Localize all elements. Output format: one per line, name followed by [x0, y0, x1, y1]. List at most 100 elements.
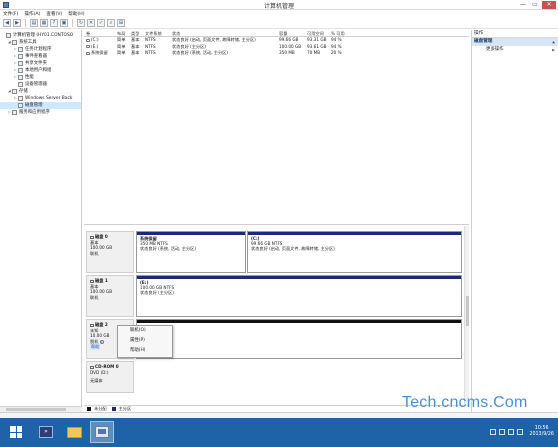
tree-item-label: 共享文件夹	[25, 61, 47, 66]
tree-item[interactable]: ▷ 性能	[0, 74, 81, 81]
console-tree: 计算机管理 (HY01.CONTOSO ◢ 系统工具 ▷ 任务计划程序 ▷ 事件查看器 ▷ 共享…	[0, 30, 82, 412]
forward-icon[interactable]: ▶	[13, 19, 21, 27]
tree-item[interactable]: ◢ 存储	[0, 88, 81, 95]
volume-icon[interactable]	[508, 429, 515, 435]
window-title: 计算机管理	[263, 3, 294, 10]
col-percent-free[interactable]: % 可用	[331, 30, 349, 36]
more-actions[interactable]: 更多操作	[472, 46, 558, 54]
network-icon[interactable]	[499, 429, 506, 435]
volume-list: 卷 布局 类型 文件系统 状态 容量 可用空间 % 可用 (C:) 简单 基本 NTF…	[84, 30, 469, 225]
cdrom-label[interactable]: CD-ROM 0 DVD (D:) 无媒体	[86, 361, 134, 393]
taskbar-powershell[interactable]: »	[34, 421, 58, 443]
checkmark-icon[interactable]: ✓	[97, 19, 105, 27]
menu-help[interactable]: 帮助(H)	[68, 11, 84, 17]
toolbar-separator	[72, 19, 73, 27]
table-row[interactable]: 系统保留 简单 基本 NTFS 状态良好 (系统, 活动, 主分区) 350 MB 70 M…	[84, 50, 469, 57]
tree-item[interactable]: ▷ 共享文件夹	[0, 60, 81, 67]
refresh-icon[interactable]: ↻	[77, 19, 85, 27]
menu-item-online[interactable]: 联机(O)	[118, 326, 172, 336]
partition-unallocated[interactable]	[136, 319, 462, 359]
back-icon[interactable]: ◀	[3, 19, 11, 27]
tree-node-icon	[12, 40, 17, 45]
tree-item-label: 系统工具	[19, 40, 37, 45]
col-volume[interactable]: 卷	[84, 30, 117, 36]
help-link[interactable]: 帮助	[90, 344, 101, 350]
show-hide-icon[interactable]: ▣	[60, 19, 68, 27]
legend-swatch-unallocated	[87, 407, 91, 411]
tree-item[interactable]: ▷ 本地用户和组	[0, 67, 81, 74]
tree-node-icon	[6, 33, 11, 38]
tree-item-label: 磁盘管理	[25, 103, 43, 108]
clock[interactable]: 10:56 2013/9/26	[529, 426, 554, 438]
menu-file[interactable]: 文件(F)	[3, 11, 18, 17]
cdrom-status: 无媒体	[90, 378, 103, 384]
tree-node-icon	[18, 68, 23, 73]
volume-icon	[86, 38, 90, 42]
properties-icon[interactable]: ▦	[40, 19, 48, 27]
tree-item-label: 本地用户和组	[25, 68, 52, 73]
col-filesystem[interactable]: 文件系统	[145, 30, 172, 36]
col-type[interactable]: 类型	[131, 30, 145, 36]
partition-system-reserved[interactable]: 系统保留 350 MB NTFS 状态良好 (系统, 活动, 主分区)	[136, 231, 246, 273]
tree-item[interactable]: 设备管理器	[0, 81, 81, 88]
tree-item-label: 事件查看器	[25, 54, 47, 59]
disk-name: 磁盘 0	[95, 234, 108, 239]
disk-label[interactable]: 磁盘 0 基本 100.00 GB 联机	[86, 231, 134, 273]
tree-node-icon	[12, 89, 17, 94]
disk-status: 联机	[90, 294, 99, 300]
zoom-icon[interactable]: ⊞	[117, 19, 125, 27]
close-button[interactable]: ✕	[542, 1, 556, 9]
partition-e[interactable]: (E:) 100.00 GB NTFS 状态良好 (主分区)	[136, 275, 462, 317]
tree-item[interactable]: ◢ 系统工具	[0, 39, 81, 46]
partition-c[interactable]: (C:) 99.66 GB NTFS 状态良好 (启动, 页面文件, 故障转储,…	[247, 231, 462, 273]
tree-item[interactable]: 计算机管理 (HY01.CONTOSO	[0, 32, 81, 39]
info-icon[interactable]: i	[99, 339, 104, 344]
title-bar[interactable]: 计算机管理 — ▭ ✕	[0, 0, 558, 10]
search-icon[interactable]: ⌕	[107, 19, 115, 27]
taskbar-explorer[interactable]	[62, 421, 86, 443]
tree-item[interactable]: ▷ 服务和应用程序	[0, 109, 81, 116]
tree-node-icon	[18, 47, 23, 52]
tree-item[interactable]: ▷ Windows Server Back	[0, 95, 81, 102]
menu-item-help[interactable]: 帮助(H)	[118, 346, 172, 356]
menu-item-properties[interactable]: 属性(P)	[118, 336, 172, 346]
col-layout[interactable]: 布局	[117, 30, 131, 36]
menu-action[interactable]: 操作(A)	[24, 11, 40, 17]
system-tray: 10:56 2013/9/26	[490, 424, 554, 440]
actions-section-disk-management[interactable]: 磁盘管理	[472, 38, 558, 46]
actions-pane: 操作 磁盘管理 更多操作	[471, 30, 558, 412]
taskbar-computer-management[interactable]	[90, 421, 114, 443]
maximize-button[interactable]: ▭	[530, 1, 540, 9]
partition-status: 状态良好 (主分区)	[140, 290, 174, 296]
partition-status: 状态良好 (系统, 活动, 主分区)	[140, 246, 196, 252]
minimize-button[interactable]: —	[518, 1, 528, 9]
legend-swatch-primary	[111, 407, 116, 411]
cell-status: 状态良好 (系统, 活动, 主分区)	[172, 50, 228, 55]
disk-icon	[90, 235, 94, 239]
flag-icon[interactable]	[490, 429, 497, 435]
tree-item[interactable]: ▷ 事件查看器	[0, 53, 81, 60]
col-free-space[interactable]: 可用空间	[307, 30, 331, 36]
tree-item[interactable]: 磁盘管理	[0, 102, 81, 109]
col-capacity[interactable]: 容量	[279, 30, 307, 36]
folder-icon	[66, 426, 82, 438]
tree-node-icon	[18, 75, 23, 80]
partition-status: 状态良好 (启动, 页面文件, 故障转储, 主分区)	[251, 246, 335, 252]
tree-item-label: 性能	[25, 75, 34, 80]
disk-label[interactable]: 磁盘 1 基本 100.00 GB 联机	[86, 275, 134, 317]
disk-icon	[90, 323, 94, 327]
console-tree-icon[interactable]: ▤	[30, 19, 38, 27]
menu-view[interactable]: 查看(V)	[46, 11, 62, 17]
start-button[interactable]	[4, 421, 28, 443]
col-status[interactable]: 状态	[172, 30, 279, 36]
help-icon[interactable]: ?	[50, 19, 58, 27]
volume-name: 系统保留	[91, 50, 108, 55]
tree-item[interactable]: ▷ 任务计划程序	[0, 46, 81, 53]
volume-icon	[86, 51, 90, 55]
delete-icon[interactable]: ✕	[87, 19, 95, 27]
disk-view-scrollbar[interactable]	[464, 226, 469, 404]
actions-header: 操作	[472, 30, 558, 38]
keyboard-icon[interactable]	[517, 429, 524, 435]
tree-item-label: 存储	[19, 89, 28, 94]
disk-icon	[90, 279, 94, 283]
